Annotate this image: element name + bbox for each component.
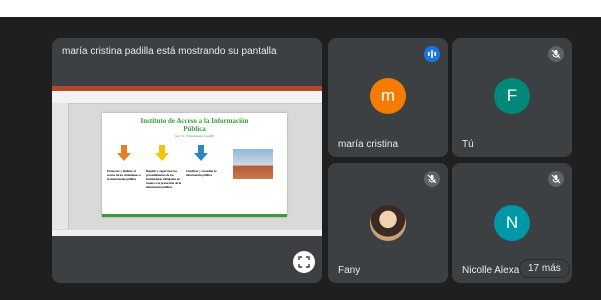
mic-speaking-icon — [424, 46, 440, 62]
powerpoint-ribbon — [52, 91, 322, 104]
yellow-arrow-icon — [159, 145, 165, 153]
avatar: F — [494, 78, 530, 114]
slide-col-3: Clasificar y custodiar la información pú… — [186, 169, 217, 177]
participant-tile-nicolle[interactable]: N Nicolle Alexa 17 más — [452, 163, 572, 283]
participant-tile-fany[interactable]: Fany — [328, 163, 448, 283]
top-bar — [0, 0, 601, 17]
participant-tile-maria-cristina[interactable]: m maría cristina — [328, 38, 448, 157]
slide-title: Instituto de Acceso a la Información Púb… — [140, 117, 249, 133]
slide-thumbnails — [52, 103, 69, 229]
blue-arrow-icon — [198, 145, 204, 153]
fullscreen-icon — [298, 256, 310, 268]
avatar: N — [494, 205, 530, 241]
participant-name: Tú — [462, 139, 474, 150]
slide-col-1: Promover y facilitar el acceso de los ci… — [107, 169, 141, 181]
powerpoint-statusbar — [52, 230, 322, 236]
participant-name: Fany — [338, 265, 361, 276]
mic-off-icon — [424, 171, 440, 187]
meeting-stage: maría cristina padilla está mostrando su… — [0, 17, 601, 300]
mic-off-icon — [548, 46, 564, 62]
participant-name: maría cristina — [338, 139, 399, 150]
slide-col-2: Regular y supervisar los procedimientos … — [146, 169, 182, 189]
participant-name: Nicolle Alexa — [462, 265, 520, 276]
slide-footer — [102, 214, 287, 217]
presentation-tile[interactable]: maría cristina padilla está mostrando su… — [52, 38, 322, 283]
building-photo — [233, 149, 273, 179]
avatar: m — [370, 78, 406, 114]
fullscreen-button[interactable] — [293, 251, 315, 273]
participant-tile-self[interactable]: F Tú — [452, 38, 572, 157]
slide-subtitle: (Art 74, 75 Reglamento LGAIP) — [174, 134, 215, 138]
mic-off-icon — [548, 171, 564, 187]
orange-arrow-icon — [121, 145, 127, 153]
slide: Instituto de Acceso a la Información Púb… — [102, 113, 287, 217]
shared-screen: Instituto de Acceso a la Información Púb… — [52, 86, 322, 236]
presentation-banner: maría cristina padilla está mostrando su… — [62, 46, 277, 57]
more-participants-button[interactable]: 17 más — [520, 260, 569, 277]
avatar-photo — [370, 205, 406, 241]
